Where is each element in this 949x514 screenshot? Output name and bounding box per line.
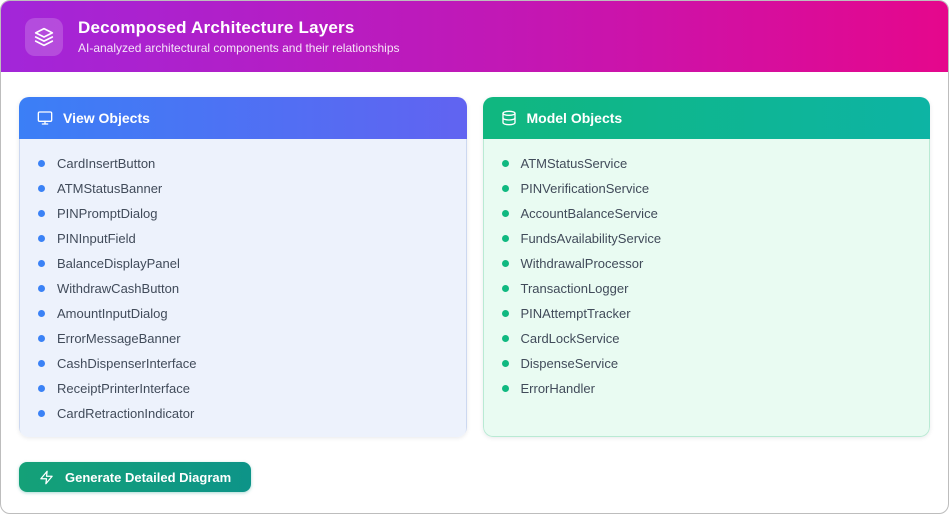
list-item-label: WithdrawalProcessor [521, 256, 644, 271]
bullet-dot-icon [38, 310, 45, 317]
list-item-label: ATMStatusService [521, 156, 628, 171]
list-item-label: CardRetractionIndicator [57, 406, 194, 421]
list-item: ErrorMessageBanner [38, 326, 448, 351]
footer-actions: Generate Detailed Diagram [1, 437, 948, 492]
generate-button-label: Generate Detailed Diagram [65, 470, 231, 485]
layers-icon [34, 27, 54, 47]
view-objects-list: CardInsertButton ATMStatusBanner PINProm… [19, 139, 467, 437]
list-item: PINPromptDialog [38, 201, 448, 226]
view-objects-header: View Objects [19, 97, 467, 139]
list-item-label: ATMStatusBanner [57, 181, 162, 196]
list-item: WithdrawalProcessor [502, 251, 912, 276]
list-item-label: CardInsertButton [57, 156, 155, 171]
list-item: ATMStatusService [502, 151, 912, 176]
list-item: PINVerificationService [502, 176, 912, 201]
list-item: CardRetractionIndicator [38, 401, 448, 426]
bullet-dot-icon [502, 260, 509, 267]
list-item-label: TransactionLogger [521, 281, 629, 296]
view-objects-card: View Objects CardInsertButton ATMStatusB… [19, 97, 467, 437]
list-item-label: AmountInputDialog [57, 306, 168, 321]
bullet-dot-icon [38, 410, 45, 417]
list-item-label: CashDispenserInterface [57, 356, 196, 371]
list-item-label: BalanceDisplayPanel [57, 256, 180, 271]
decomposed-architecture-panel: Decomposed Architecture Layers AI-analyz… [0, 0, 949, 514]
bullet-dot-icon [38, 235, 45, 242]
bullet-dot-icon [38, 360, 45, 367]
bullet-dot-icon [38, 285, 45, 292]
list-item: CardInsertButton [38, 151, 448, 176]
bullet-dot-icon [38, 385, 45, 392]
view-objects-title: View Objects [63, 110, 150, 126]
list-item-label: PINAttemptTracker [521, 306, 631, 321]
header-icon-box [25, 18, 63, 56]
list-item: AmountInputDialog [38, 301, 448, 326]
bullet-dot-icon [502, 335, 509, 342]
list-item: ErrorHandler [502, 376, 912, 401]
list-item: PINInputField [38, 226, 448, 251]
list-item: CardLockService [502, 326, 912, 351]
list-item: TransactionLogger [502, 276, 912, 301]
list-item: DispenseService [502, 351, 912, 376]
list-item-label: PINVerificationService [521, 181, 650, 196]
bullet-dot-icon [502, 235, 509, 242]
page-header: Decomposed Architecture Layers AI-analyz… [1, 1, 948, 72]
list-item-label: ErrorHandler [521, 381, 595, 396]
bullet-dot-icon [502, 160, 509, 167]
model-objects-list: ATMStatusService PINVerificationService … [483, 139, 931, 437]
list-item: BalanceDisplayPanel [38, 251, 448, 276]
list-item: PINAttemptTracker [502, 301, 912, 326]
list-item-label: ErrorMessageBanner [57, 331, 181, 346]
bullet-dot-icon [502, 210, 509, 217]
list-item-label: CardLockService [521, 331, 620, 346]
list-item: ReceiptPrinterInterface [38, 376, 448, 401]
bullet-dot-icon [502, 285, 509, 292]
bullet-dot-icon [38, 210, 45, 217]
list-item-label: DispenseService [521, 356, 619, 371]
database-icon [501, 110, 517, 126]
zap-icon [39, 470, 54, 485]
list-item-label: PINInputField [57, 231, 136, 246]
list-item: CashDispenserInterface [38, 351, 448, 376]
bullet-dot-icon [38, 260, 45, 267]
list-item-label: WithdrawCashButton [57, 281, 179, 296]
list-item: AccountBalanceService [502, 201, 912, 226]
bullet-dot-icon [502, 185, 509, 192]
list-item-label: ReceiptPrinterInterface [57, 381, 190, 396]
bullet-dot-icon [502, 310, 509, 317]
list-item: ATMStatusBanner [38, 176, 448, 201]
list-item-label: FundsAvailabilityService [521, 231, 662, 246]
monitor-icon [37, 110, 53, 126]
bullet-dot-icon [502, 385, 509, 392]
list-item: WithdrawCashButton [38, 276, 448, 301]
model-objects-header: Model Objects [483, 97, 931, 139]
bullet-dot-icon [38, 335, 45, 342]
list-item-label: AccountBalanceService [521, 206, 658, 221]
model-objects-title: Model Objects [527, 110, 623, 126]
list-item: FundsAvailabilityService [502, 226, 912, 251]
page-subtitle: AI-analyzed architectural components and… [78, 41, 400, 55]
bullet-dot-icon [38, 160, 45, 167]
panels-grid: View Objects CardInsertButton ATMStatusB… [1, 72, 948, 437]
bullet-dot-icon [502, 360, 509, 367]
generate-detailed-diagram-button[interactable]: Generate Detailed Diagram [19, 462, 251, 492]
model-objects-card: Model Objects ATMStatusService PINVerifi… [483, 97, 931, 437]
list-item-label: PINPromptDialog [57, 206, 157, 221]
page-title: Decomposed Architecture Layers [78, 18, 400, 38]
bullet-dot-icon [38, 185, 45, 192]
header-text: Decomposed Architecture Layers AI-analyz… [78, 18, 400, 55]
